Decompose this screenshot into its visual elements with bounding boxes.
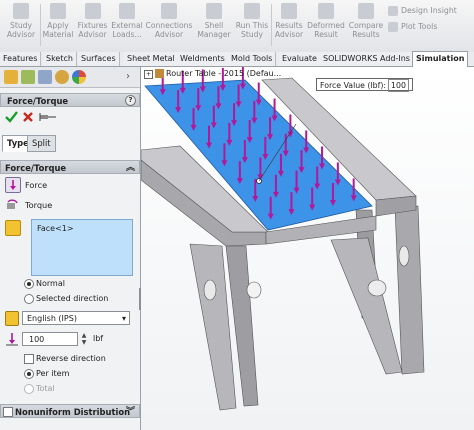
feature-manager-icon[interactable] — [4, 70, 18, 84]
pm-actions — [5, 111, 56, 123]
part-icon — [155, 69, 164, 78]
force-label: Force — [25, 180, 48, 190]
selected-direction-label: Selected direction — [36, 294, 109, 303]
tab-sheet-metal[interactable]: Sheet Metal — [124, 52, 179, 66]
force-unit-label: lbf — [93, 334, 104, 343]
subtab-split[interactable]: Split — [27, 135, 56, 152]
results-advisor-icon — [281, 3, 297, 19]
plot-tools-icon — [388, 22, 398, 32]
manager-tabs: › — [0, 67, 140, 88]
chevron-down-icon: ▾ — [121, 314, 126, 323]
display-manager-icon[interactable] — [72, 70, 86, 84]
callout-value[interactable]: 100 — [388, 79, 409, 92]
property-manager: › Force/Torque ? Type Split Force/Torque… — [0, 67, 141, 430]
router-table-model[interactable] — [141, 67, 474, 430]
normal-label: Normal — [36, 279, 65, 288]
section-header-nonuniform[interactable]: Nonuniform Distribution ︾ — [0, 404, 140, 418]
command-tabs: Features Sketch Surfaces Sheet Metal Wel… — [0, 51, 474, 67]
cancel-x-icon[interactable] — [23, 112, 33, 122]
collapse-chevron-icon[interactable]: ︽ — [126, 161, 135, 175]
per-item-radio[interactable] — [24, 369, 34, 379]
total-label: Total — [36, 384, 55, 393]
dimxpert-icon[interactable] — [55, 70, 69, 84]
leg-cutout — [203, 279, 217, 301]
normal-radio[interactable] — [24, 279, 34, 289]
study-advisor-icon — [13, 3, 29, 19]
expand-chevron-icon[interactable]: ︾ — [126, 405, 135, 419]
tab-sketch[interactable]: Sketch — [43, 52, 77, 66]
force-value-icon — [6, 333, 18, 346]
tab-solidworks-addins[interactable]: SOLIDWORKS Add-Ins — [320, 52, 414, 66]
fixtures-advisor-icon — [84, 3, 101, 19]
selected-direction-radio[interactable] — [24, 294, 34, 304]
deformed-result-icon — [318, 3, 334, 19]
front-leg-right — [330, 237, 403, 375]
tab-simulation[interactable]: Simulation — [412, 51, 469, 67]
feature-tree-flyout[interactable]: + Router Table - 2015 (Defau... — [144, 69, 281, 79]
connections-advisor-button[interactable]: Connections Advisor — [145, 1, 193, 49]
ribbon-separator — [40, 4, 41, 46]
connections-advisor-icon — [161, 3, 177, 19]
faces-selection-icon — [5, 220, 21, 236]
force-type-button[interactable] — [5, 177, 21, 193]
leg-cutout — [246, 281, 262, 299]
shell-manager-button[interactable]: Shell Manager — [196, 1, 232, 49]
force-value-callout[interactable]: Force Value (lbf): 100 — [316, 78, 413, 92]
external-loads-icon — [119, 3, 135, 19]
force-value-spinner[interactable]: ▲ ▼ — [80, 332, 88, 346]
torque-icon — [7, 199, 18, 209]
reverse-direction-label: Reverse direction — [36, 354, 106, 363]
property-manager-icon[interactable] — [21, 70, 35, 84]
tab-features[interactable]: Features — [0, 52, 42, 66]
configuration-manager-icon[interactable] — [38, 70, 52, 84]
units-select[interactable]: English (IPS) ▾ — [22, 311, 130, 325]
shell-manager-icon — [206, 3, 222, 19]
pushpin-icon[interactable] — [39, 113, 56, 121]
reverse-direction-checkbox[interactable] — [24, 354, 34, 364]
force-icon — [10, 180, 16, 190]
deformed-result-button[interactable]: Deformed Result — [307, 1, 345, 49]
selected-entities-list[interactable]: Face<1> — [31, 219, 133, 276]
tab-surfaces[interactable]: Surfaces — [78, 52, 120, 66]
compare-results-icon — [358, 3, 374, 19]
total-radio — [24, 384, 34, 394]
run-study-icon — [244, 3, 260, 19]
compare-results-button[interactable]: Compare Results — [348, 1, 384, 49]
leg-cutout — [367, 279, 387, 297]
back-leg — [394, 205, 425, 375]
model-name: Router Table - 2015 (Defau... — [166, 69, 282, 78]
fixtures-advisor-button[interactable]: Fixtures Advisor — [76, 1, 109, 49]
list-item[interactable]: Face<1> — [37, 224, 74, 233]
expand-arrow-icon[interactable]: › — [126, 71, 130, 82]
results-advisor-button[interactable]: Results Advisor — [273, 1, 305, 49]
section-header-force-torque[interactable]: Force/Torque ︽ — [0, 160, 140, 174]
help-icon[interactable]: ? — [125, 95, 136, 106]
ribbon-separator — [271, 4, 272, 46]
pm-action-row — [0, 109, 140, 125]
ok-check-icon[interactable] — [5, 111, 18, 123]
apply-material-button[interactable]: Apply Material — [42, 1, 74, 49]
leg-cutout — [398, 245, 410, 267]
design-insight-icon — [388, 6, 398, 16]
command-ribbon: Study Advisor Apply Material Fixtures Ad… — [0, 0, 474, 53]
plot-tools-button[interactable]: Plot Tools — [388, 21, 437, 33]
callout-label: Force Value (lbf): — [320, 81, 387, 90]
tab-evaluate[interactable]: Evaluate — [279, 52, 321, 66]
torque-type-button[interactable] — [5, 197, 19, 211]
torque-label: Torque — [25, 200, 53, 210]
nonuniform-checkbox[interactable] — [3, 407, 13, 417]
design-insight-button[interactable]: Design Insight — [388, 5, 457, 17]
tab-weldments[interactable]: Weldments — [177, 52, 229, 66]
graphics-area[interactable]: + Router Table - 2015 (Defau... Force Val… — [141, 67, 474, 430]
study-advisor-button[interactable]: Study Advisor — [2, 1, 40, 49]
pm-title-bar: Force/Torque ? — [0, 93, 140, 107]
apply-material-icon — [50, 3, 66, 19]
force-value-input[interactable]: 100 — [22, 332, 78, 346]
per-item-label: Per item — [36, 369, 70, 378]
external-loads-button[interactable]: External Loads... — [110, 1, 144, 49]
expand-icon[interactable]: + — [144, 70, 153, 79]
units-icon — [5, 311, 19, 326]
tab-mold-tools[interactable]: Mold Tools — [228, 52, 277, 66]
run-study-button[interactable]: Run This Study — [234, 1, 270, 49]
